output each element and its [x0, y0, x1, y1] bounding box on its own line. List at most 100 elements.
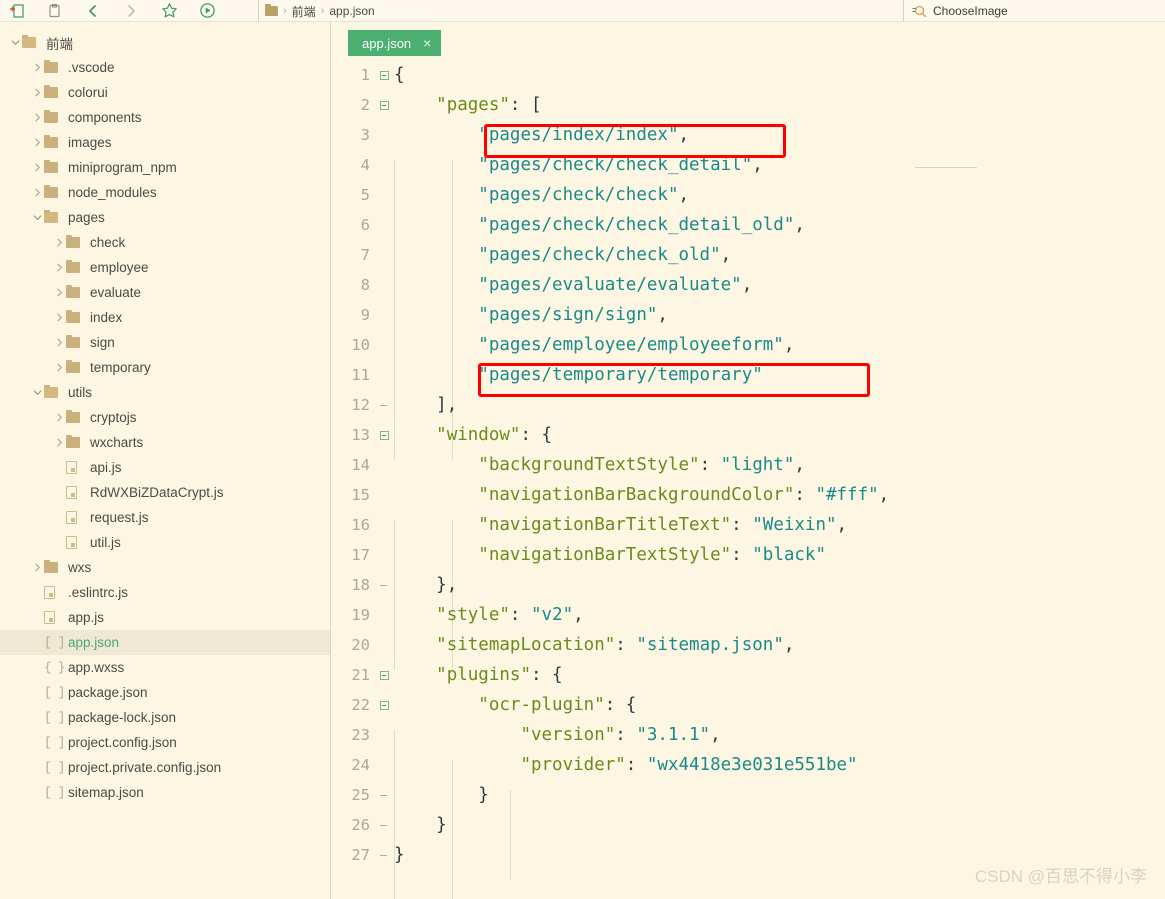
breadcrumb-item-file[interactable]: app.json [329, 4, 374, 18]
tree-item-miniprogram-npm[interactable]: miniprogram_npm [0, 155, 330, 180]
tree-item-app-json[interactable]: [ ] app.json [0, 630, 330, 655]
code-line[interactable]: 24 "provider": "wx4418e3e031e551be" [332, 750, 1165, 780]
tree-item-index[interactable]: index [0, 305, 330, 330]
code-line[interactable]: 5 "pages/check/check", [332, 180, 1165, 210]
chevron-right-icon[interactable] [52, 336, 66, 350]
chevron-right-icon[interactable] [30, 86, 44, 100]
tree-item-label: app.js [68, 610, 105, 625]
tree-item-cryptojs[interactable]: cryptojs [0, 405, 330, 430]
fold-toggle-icon[interactable] [374, 430, 394, 440]
tree-item--[interactable]: 前端 [0, 30, 330, 55]
tree-item-util-js[interactable]: util.js [0, 530, 330, 555]
tree-item-rdwxbizdatacrypt-js[interactable]: RdWXBiZDataCrypt.js [0, 480, 330, 505]
code-line[interactable]: 8 "pages/evaluate/evaluate", [332, 270, 1165, 300]
code-line[interactable]: 15 "navigationBarBackgroundColor": "#fff… [332, 480, 1165, 510]
tree-item-colorui[interactable]: colorui [0, 80, 330, 105]
tree-item-label: check [90, 235, 126, 250]
back-arrow-icon[interactable] [84, 2, 102, 20]
code-line[interactable]: 21 "plugins": { [332, 660, 1165, 690]
star-icon[interactable] [160, 2, 178, 20]
new-file-icon[interactable] [8, 2, 26, 20]
fold-toggle-icon[interactable] [374, 100, 394, 110]
code-line[interactable]: 10 "pages/employee/employeeform", [332, 330, 1165, 360]
chevron-down-icon[interactable] [30, 211, 44, 225]
chevron-right-icon[interactable] [52, 436, 66, 450]
tree-item-api-js[interactable]: api.js [0, 455, 330, 480]
code-line[interactable]: 14 "backgroundTextStyle": "light", [332, 450, 1165, 480]
chevron-right-icon[interactable] [52, 261, 66, 275]
tree-item-package-json[interactable]: [ ] package.json [0, 680, 330, 705]
tree-item-project-private-config-json[interactable]: [ ] project.private.config.json [0, 755, 330, 780]
code-line[interactable]: 18 }, [332, 570, 1165, 600]
code-line[interactable]: 16 "navigationBarTitleText": "Weixin", [332, 510, 1165, 540]
file-explorer-sidebar[interactable]: 前端 .vscode colorui components images miniprog… [0, 22, 331, 899]
code-line[interactable]: 23 "version": "3.1.1", [332, 720, 1165, 750]
tree-item-request-js[interactable]: request.js [0, 505, 330, 530]
compile-run-icon[interactable] [198, 2, 216, 20]
code-line[interactable]: 2 "pages": [ [332, 90, 1165, 120]
chevron-right-icon[interactable] [52, 361, 66, 375]
fold-toggle-icon[interactable] [374, 70, 394, 80]
tab-app-json[interactable]: app.json × [348, 30, 442, 56]
tree-item-project-config-json[interactable]: [ ] project.config.json [0, 730, 330, 755]
code-line[interactable]: 3 "pages/index/index", [332, 120, 1165, 150]
json-file-icon: [ ] [44, 785, 65, 800]
tree-item--eslintrc-js[interactable]: .eslintrc.js [0, 580, 330, 605]
code-line[interactable]: 6 "pages/check/check_detail_old", [332, 210, 1165, 240]
chevron-right-icon[interactable] [52, 236, 66, 250]
new-folder-icon[interactable] [46, 2, 64, 20]
tree-item-pages[interactable]: pages [0, 205, 330, 230]
chevron-down-icon[interactable] [30, 386, 44, 400]
tree-item-employee[interactable]: employee [0, 255, 330, 280]
tree-item-sitemap-json[interactable]: [ ] sitemap.json [0, 780, 330, 805]
chevron-right-icon[interactable] [30, 161, 44, 175]
code-line[interactable]: 1{ [332, 60, 1165, 90]
tree-item-images[interactable]: images [0, 130, 330, 155]
code-line[interactable]: 20 "sitemapLocation": "sitemap.json", [332, 630, 1165, 660]
code-line[interactable]: 4 "pages/check/check_detail", [332, 150, 1165, 180]
close-icon[interactable]: × [423, 36, 431, 50]
chevron-right-icon[interactable] [30, 61, 44, 75]
code-text: "version": "3.1.1", [520, 725, 721, 745]
search-bar[interactable]: ChooseImage [903, 0, 1165, 21]
fold-toggle-icon[interactable] [374, 670, 394, 680]
json-file-icon: [ ] [44, 735, 65, 750]
tree-item-sign[interactable]: sign [0, 330, 330, 355]
line-number: 23 [351, 726, 370, 744]
tree-item-node-modules[interactable]: node_modules [0, 180, 330, 205]
tree-item-utils[interactable]: utils [0, 380, 330, 405]
tree-item-package-lock-json[interactable]: [ ] package-lock.json [0, 705, 330, 730]
code-content[interactable]: 1{2 "pages": [3 "pages/index/index", 4 "p… [332, 60, 1165, 899]
forward-arrow-icon[interactable] [122, 2, 140, 20]
chevron-right-icon[interactable] [52, 286, 66, 300]
code-line[interactable]: 26 } [332, 810, 1165, 840]
tree-item-temporary[interactable]: temporary [0, 355, 330, 380]
code-line[interactable]: 25 } [332, 780, 1165, 810]
chevron-down-icon[interactable] [8, 36, 22, 50]
breadcrumb-item-project[interactable]: 前端 [292, 3, 316, 20]
fold-toggle-icon[interactable] [374, 700, 394, 710]
tree-item-evaluate[interactable]: evaluate [0, 280, 330, 305]
tree-item-app-wxss[interactable]: { } app.wxss [0, 655, 330, 680]
chevron-right-icon[interactable] [30, 186, 44, 200]
code-line[interactable]: 7 "pages/check/check_old", [332, 240, 1165, 270]
code-line[interactable]: 19 "style": "v2", [332, 600, 1165, 630]
tree-item-app-js[interactable]: app.js [0, 605, 330, 630]
tree-item--vscode[interactable]: .vscode [0, 55, 330, 80]
code-line[interactable]: 12 ], [332, 390, 1165, 420]
tree-item-components[interactable]: components [0, 105, 330, 130]
code-line[interactable]: 11 "pages/temporary/temporary" [332, 360, 1165, 390]
chevron-right-icon[interactable] [52, 411, 66, 425]
tree-item-wxs[interactable]: wxs [0, 555, 330, 580]
code-line[interactable]: 17 "navigationBarTextStyle": "black" [332, 540, 1165, 570]
code-line[interactable]: 13 "window": { [332, 420, 1165, 450]
chevron-right-icon[interactable] [30, 561, 44, 575]
code-line[interactable]: 9 "pages/sign/sign", [332, 300, 1165, 330]
tree-item-check[interactable]: check [0, 230, 330, 255]
chevron-right-icon[interactable] [30, 111, 44, 125]
tree-item-wxcharts[interactable]: wxcharts [0, 430, 330, 455]
chevron-right-icon[interactable] [52, 311, 66, 325]
chevron-right-icon[interactable] [30, 136, 44, 150]
code-line[interactable]: 22 "ocr-plugin": { [332, 690, 1165, 720]
